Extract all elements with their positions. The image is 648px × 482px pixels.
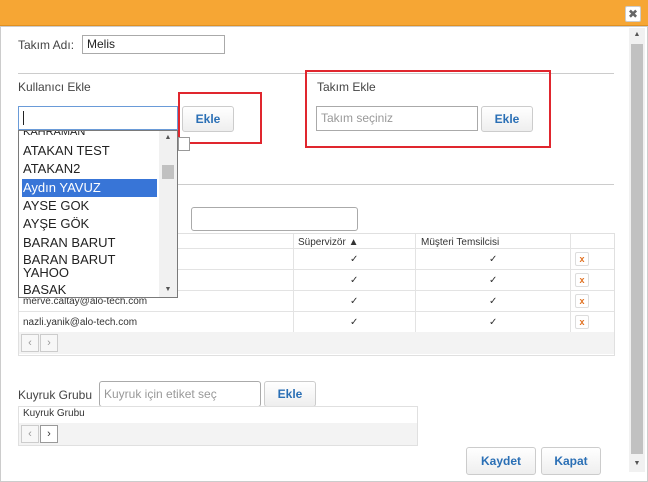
user-email: nazli.yanik@alo-tech.com	[23, 317, 138, 328]
list-item[interactable]: ATAKAN TEST	[23, 143, 157, 158]
scroll-down-icon[interactable]: ▼	[629, 460, 645, 467]
list-item[interactable]: ATAKAN2	[23, 161, 157, 176]
scroll-up-icon[interactable]: ▲	[629, 31, 645, 38]
close-icon[interactable]: ✖	[625, 6, 641, 22]
scroll-down-icon[interactable]: ▼	[159, 286, 177, 293]
agent-check: ✓	[489, 254, 498, 265]
scroll-thumb[interactable]	[631, 44, 643, 454]
supervisor-check: ✓	[350, 317, 359, 328]
scroll-thumb[interactable]	[162, 165, 174, 179]
list-item[interactable]: BARAN BARUT	[23, 235, 157, 250]
column-queue-group: Kuyruk Grubu	[23, 408, 85, 419]
team-add-button[interactable]: Ekle	[481, 106, 533, 132]
save-button[interactable]: Kaydet	[466, 447, 536, 475]
agent-check: ✓	[489, 275, 498, 286]
column-agent[interactable]: Müşteri Temsilcisi	[421, 237, 499, 248]
delete-icon[interactable]: x	[575, 273, 589, 287]
queue-group-label: Kuyruk Grubu	[18, 388, 93, 402]
prev-page-button[interactable]: ‹	[21, 425, 39, 443]
team-name-label: Takım Adı:	[18, 38, 75, 52]
prev-page-button[interactable]: ‹	[21, 334, 39, 352]
scroll-up-icon[interactable]: ▲	[159, 134, 177, 141]
close-button[interactable]: Kapat	[541, 447, 601, 475]
next-page-button[interactable]: ›	[40, 334, 58, 352]
main-scrollbar[interactable]: ▲ ▼	[629, 28, 645, 472]
delete-icon[interactable]: x	[575, 252, 589, 266]
list-item[interactable]: KAHRAMAN	[23, 131, 157, 140]
list-item[interactable]: AYSE GOK	[23, 198, 157, 213]
checkbox[interactable]	[178, 137, 190, 151]
list-item[interactable]: BARAN BARUT YAHOO	[23, 253, 157, 279]
agent-check: ✓	[489, 317, 498, 328]
highlight-box-user-add	[178, 92, 262, 144]
team-add-title: Takım Ekle	[317, 80, 376, 94]
list-item[interactable]: BASAK	[23, 282, 157, 297]
queue-group-input[interactable]: Kuyruk için etiket seç	[99, 381, 261, 407]
user-search-input[interactable]	[18, 106, 178, 130]
supervisor-check: ✓	[350, 254, 359, 265]
queue-group-add-button[interactable]: Ekle	[264, 381, 316, 407]
user-dropdown-list[interactable]: KAHRAMAN ATAKAN TEST ATAKAN2 Aydın YAVUZ…	[18, 130, 178, 298]
list-item[interactable]: AYŞE GÖK	[23, 216, 157, 231]
users-grid-pager: ‹ ›	[19, 332, 614, 354]
supervisor-check: ✓	[350, 296, 359, 307]
column-supervisor[interactable]: Süpervizör ▲	[298, 237, 358, 248]
team-name-input[interactable]: Melis	[82, 35, 225, 54]
dialog-titlebar: ✖	[0, 0, 648, 26]
dropdown-scrollbar[interactable]: ▲ ▼	[159, 131, 177, 297]
queue-grid-pager: ‹ ›	[19, 423, 417, 445]
table-row[interactable]: nazli.yanik@alo-tech.com ✓ ✓ x	[19, 311, 614, 332]
filter-input[interactable]	[191, 207, 358, 231]
team-select-input[interactable]: Takım seçiniz	[316, 106, 478, 131]
list-item-selected[interactable]: Aydın YAVUZ	[22, 179, 157, 197]
next-page-button[interactable]: ›	[40, 425, 58, 443]
supervisor-check: ✓	[350, 275, 359, 286]
queue-group-grid: Kuyruk Grubu ‹ ›	[18, 406, 418, 446]
text-cursor	[23, 111, 24, 125]
delete-icon[interactable]: x	[575, 294, 589, 308]
agent-check: ✓	[489, 296, 498, 307]
delete-icon[interactable]: x	[575, 315, 589, 329]
user-add-title: Kullanıcı Ekle	[18, 80, 91, 94]
